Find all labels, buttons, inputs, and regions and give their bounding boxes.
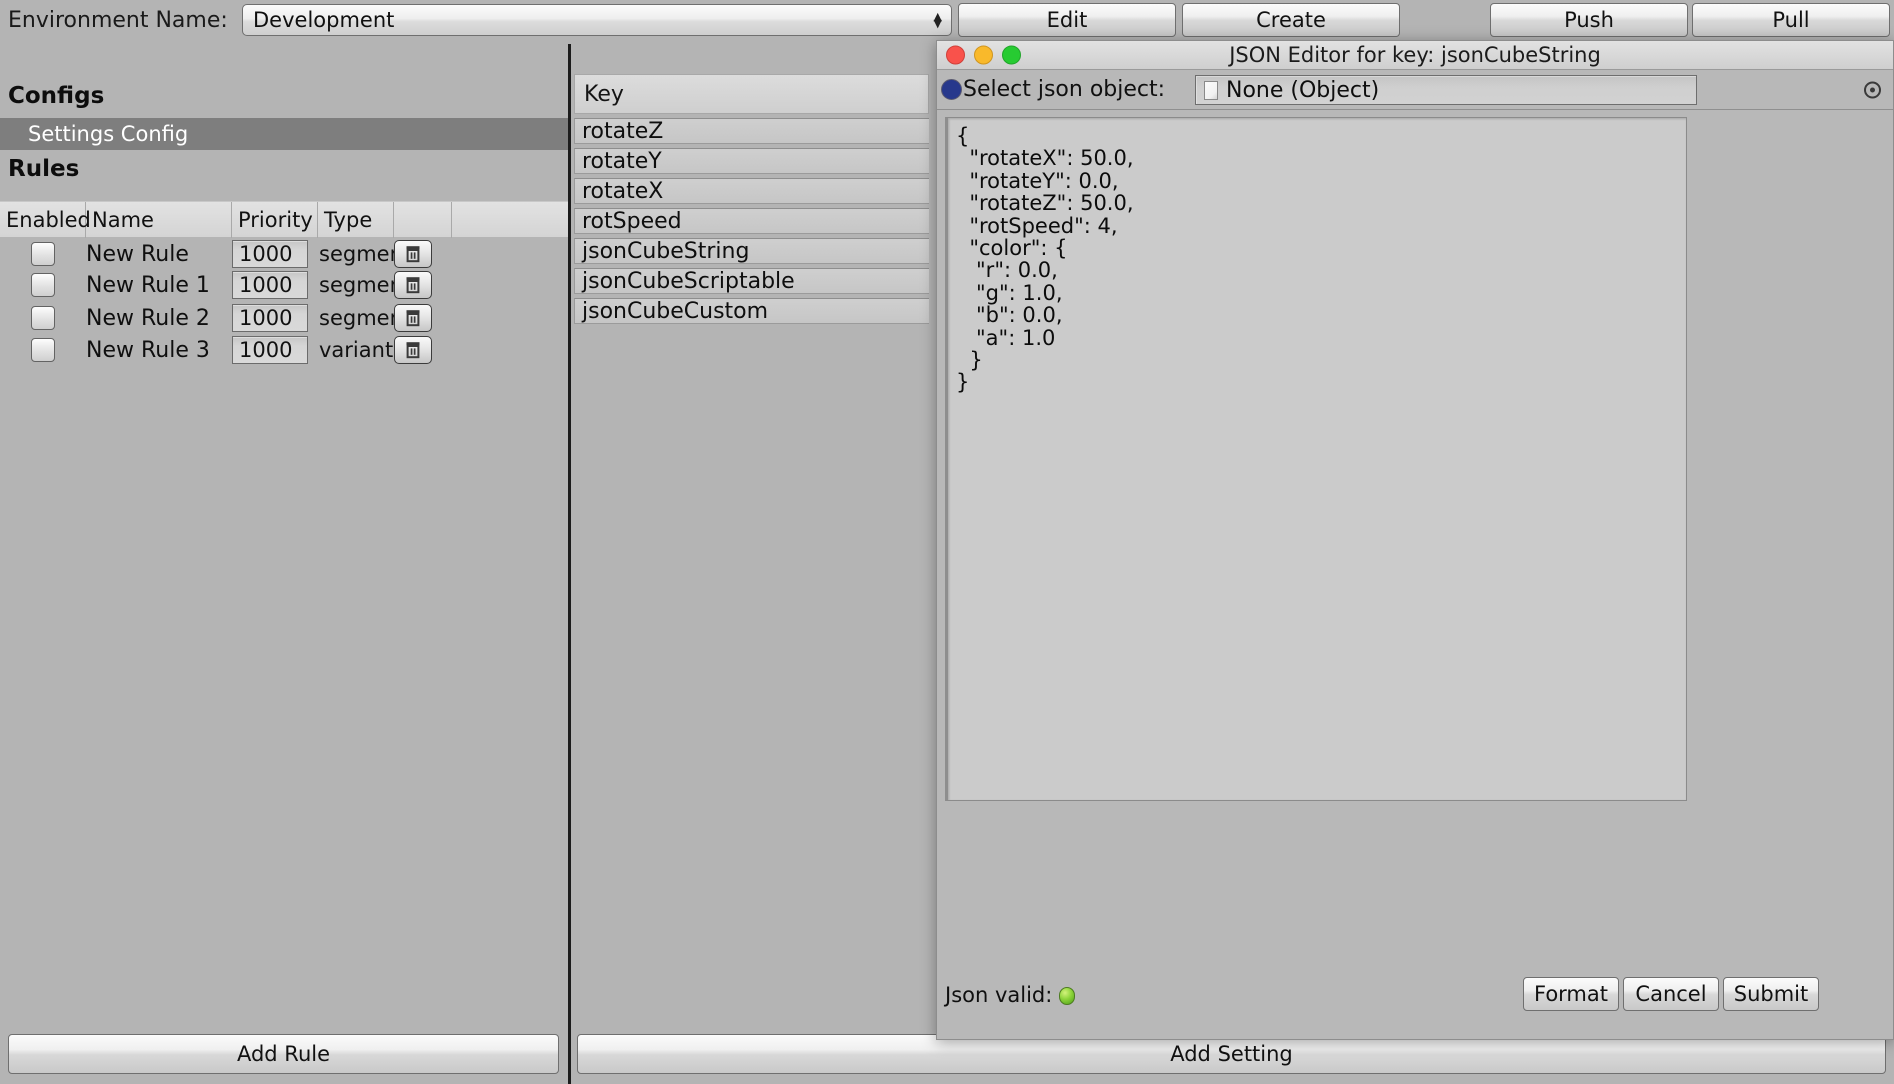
dialog-title-text: JSON Editor for key: jsonCubeString <box>1229 43 1601 67</box>
trash-icon <box>403 275 423 295</box>
rule-enabled-checkbox[interactable] <box>31 273 55 297</box>
rules-col-type: Type <box>318 202 394 238</box>
rule-type: segmen <box>308 306 394 330</box>
rule-type: segmen <box>308 242 394 266</box>
list-item[interactable]: rotSpeed <box>574 208 929 234</box>
rule-priority-value: 1000 <box>239 306 292 330</box>
rules-col-blank-1 <box>394 202 452 238</box>
select-json-object-label: Select json object: <box>963 77 1165 102</box>
list-item[interactable]: jsonCubeScriptable <box>574 268 929 294</box>
table-row[interactable]: New Rule 1 1000 segmen <box>0 269 568 301</box>
push-button[interactable]: Push <box>1490 3 1688 37</box>
list-item[interactable]: rotateX <box>574 178 929 204</box>
delete-rule-button[interactable] <box>394 271 432 299</box>
trash-icon <box>403 340 423 360</box>
rule-priority-input[interactable]: 1000 <box>232 336 308 364</box>
chevron-updown-icon: ▲▼ <box>934 13 942 27</box>
config-item-label: Settings Config <box>28 122 188 146</box>
table-row[interactable]: New Rule 3 1000 variant <box>0 334 568 366</box>
blue-circle-icon <box>941 79 962 100</box>
cancel-button[interactable]: Cancel <box>1623 977 1719 1011</box>
rule-enabled-checkbox[interactable] <box>31 338 55 362</box>
top-toolbar: Environment Name: Development ▲▼ Environ… <box>0 0 1894 44</box>
environment-name-value: Development <box>253 8 394 32</box>
rule-type: variant <box>308 338 394 362</box>
rule-priority-value: 1000 <box>239 273 292 297</box>
json-valid-label: Json valid: <box>945 983 1052 1007</box>
rule-priority-value: 1000 <box>239 338 292 362</box>
rules-col-name: Name <box>86 202 232 238</box>
environment-name-label: Environment Name: <box>8 8 228 33</box>
create-button[interactable]: Create <box>1182 3 1400 37</box>
submit-button-label: Submit <box>1734 982 1809 1006</box>
cancel-button-label: Cancel <box>1635 982 1706 1006</box>
rule-enabled-checkbox[interactable] <box>31 306 55 330</box>
app-root: Environment Name: Development ▲▼ Environ… <box>0 0 1894 1084</box>
dialog-title-bar: JSON Editor for key: jsonCubeString <box>937 41 1893 70</box>
submit-button[interactable]: Submit <box>1723 977 1819 1011</box>
minimize-window-button[interactable] <box>974 46 993 65</box>
push-button-label: Push <box>1564 8 1614 32</box>
rule-priority-input[interactable]: 1000 <box>232 271 308 299</box>
format-button[interactable]: Format <box>1523 977 1619 1011</box>
add-rule-button[interactable]: Add Rule <box>8 1034 559 1074</box>
edit-button-label: Edit <box>1047 8 1088 32</box>
rules-col-priority: Priority <box>232 202 318 238</box>
rule-priority-input[interactable]: 1000 <box>232 240 308 268</box>
rules-table-header: Enabled Name Priority Type <box>0 201 568 237</box>
create-button-label: Create <box>1256 8 1326 32</box>
configs-title: Configs <box>8 83 104 109</box>
rule-name: New Rule <box>86 242 232 267</box>
list-item[interactable]: rotateZ <box>574 118 929 144</box>
dialog-footer: Json valid: Format Cancel Submit <box>937 959 1893 1039</box>
key-column-header: Key <box>574 74 929 114</box>
delete-rule-button[interactable] <box>394 304 432 332</box>
rule-type: segmen <box>308 273 394 297</box>
config-item-settings-config[interactable]: Settings Config <box>0 118 568 150</box>
zoom-window-button[interactable] <box>1002 46 1021 65</box>
document-icon <box>1204 81 1218 100</box>
list-item[interactable]: rotateY <box>574 148 929 174</box>
select-json-object-row: Select json object: None (Object) <box>937 70 1893 110</box>
list-item[interactable]: jsonCubeCustom <box>574 298 929 324</box>
add-setting-label: Add Setting <box>1170 1042 1293 1066</box>
pull-button-label: Pull <box>1772 8 1809 32</box>
key-list-panel: Key rotateZ rotateY rotateX rotSpeed jso… <box>571 44 932 1084</box>
list-item[interactable]: jsonCubeString <box>574 238 929 264</box>
format-button-label: Format <box>1534 982 1608 1006</box>
window-controls <box>946 46 1021 65</box>
rules-col-blank-2 <box>452 202 512 238</box>
rule-name: New Rule 1 <box>86 273 232 298</box>
select-json-object-dropdown[interactable]: None (Object) <box>1195 75 1697 105</box>
add-setting-button[interactable]: Add Setting <box>577 1034 1886 1074</box>
rules-title: Rules <box>8 156 79 182</box>
table-row[interactable]: New Rule 1000 segmen <box>0 238 568 270</box>
target-icon[interactable] <box>1864 81 1881 98</box>
select-json-object-value: None (Object) <box>1226 78 1379 103</box>
trash-icon <box>403 308 423 328</box>
delete-rule-button[interactable] <box>394 240 432 268</box>
trash-icon <box>403 244 423 264</box>
rule-priority-input[interactable]: 1000 <box>232 304 308 332</box>
rules-col-enabled: Enabled <box>0 202 86 238</box>
rule-enabled-checkbox[interactable] <box>31 242 55 266</box>
edit-button[interactable]: Edit <box>958 3 1176 37</box>
rule-priority-value: 1000 <box>239 242 292 266</box>
add-rule-label: Add Rule <box>237 1042 330 1066</box>
rule-name: New Rule 3 <box>86 338 232 363</box>
json-valid-indicator <box>1059 987 1075 1005</box>
environment-name-dropdown[interactable]: Development ▲▼ <box>242 4 952 36</box>
pull-button[interactable]: Pull <box>1692 3 1890 37</box>
close-window-button[interactable] <box>946 46 965 65</box>
json-text-editor[interactable]: { "rotateX": 50.0, "rotateY": 0.0, "rota… <box>945 117 1687 801</box>
json-text-content: { "rotateX": 50.0, "rotateY": 0.0, "rota… <box>956 125 1686 394</box>
json-editor-dialog: JSON Editor for key: jsonCubeString Sele… <box>936 40 1894 1040</box>
table-row[interactable]: New Rule 2 1000 segmen <box>0 302 568 334</box>
configs-rules-panel: Configs Settings Config Rules Enabled Na… <box>0 44 568 1084</box>
delete-rule-button[interactable] <box>394 336 432 364</box>
rule-name: New Rule 2 <box>86 306 232 331</box>
